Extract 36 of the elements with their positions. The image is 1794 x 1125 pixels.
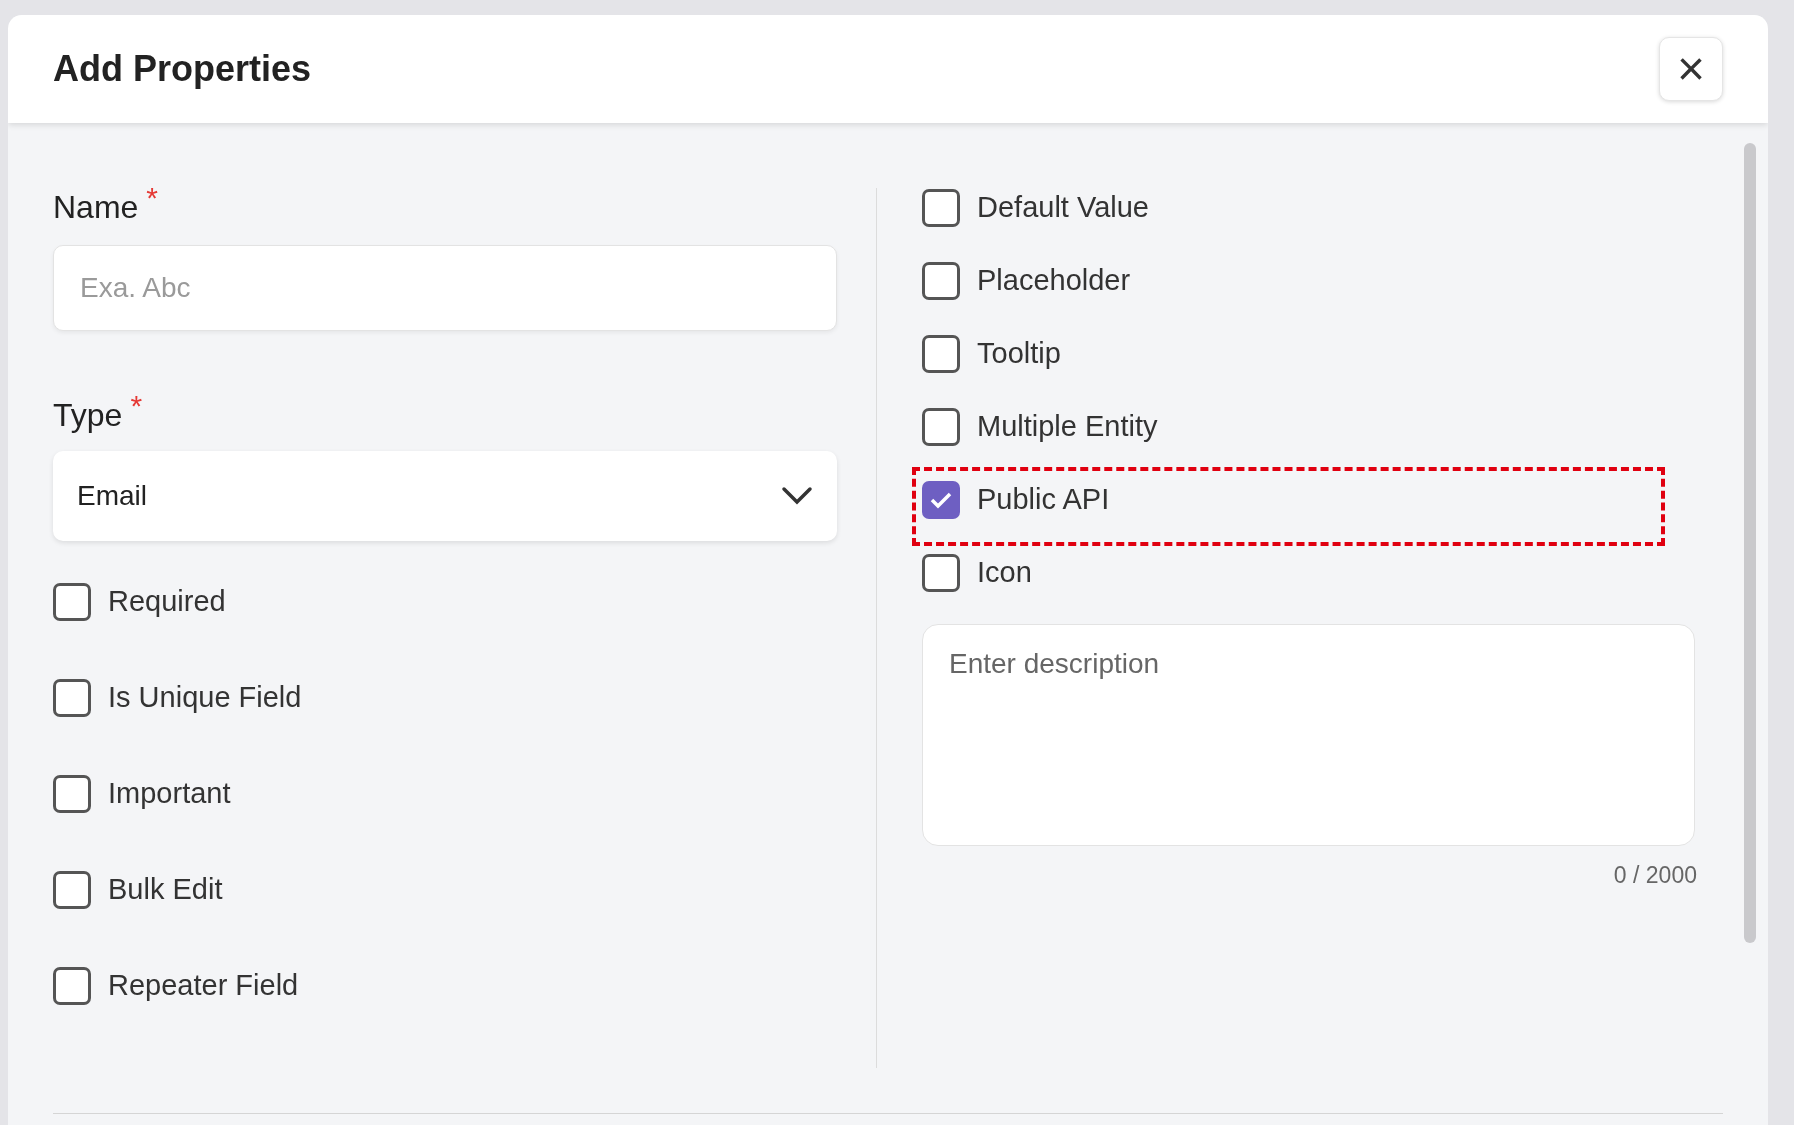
- checkbox[interactable]: [922, 262, 960, 300]
- checkbox[interactable]: [922, 481, 960, 519]
- checkbox-label: Important: [108, 776, 231, 812]
- checkmark-icon: [930, 491, 952, 509]
- select-value: Email: [77, 479, 147, 513]
- character-counter: 0 / 2000: [1613, 861, 1697, 890]
- required-asterisk: *: [130, 391, 143, 421]
- type-select[interactable]: Email: [53, 451, 837, 541]
- checkbox-label: Public API: [977, 482, 1110, 518]
- checkbox-label: Bulk Edit: [108, 872, 223, 908]
- checkbox-label: Repeater Field: [108, 968, 299, 1004]
- checkbox-label: Placeholder: [977, 263, 1131, 299]
- chevron-down-icon: [781, 486, 813, 506]
- checkbox-label: Icon: [977, 555, 1032, 591]
- checkbox[interactable]: [922, 189, 960, 227]
- close-button[interactable]: ×: [1659, 37, 1723, 101]
- checkbox[interactable]: [53, 679, 91, 717]
- description-textarea[interactable]: Enter description: [922, 624, 1695, 846]
- checkbox[interactable]: [53, 775, 91, 813]
- checkbox-label: Tooltip: [977, 336, 1061, 372]
- checkbox-label: Multiple Entity: [977, 409, 1158, 445]
- checkbox-label: Is Unique Field: [108, 680, 302, 716]
- checkbox-label: Required: [108, 584, 226, 620]
- checkbox[interactable]: [922, 554, 960, 592]
- dialog-title: Add Properties: [53, 47, 312, 91]
- scrollbar[interactable]: [1744, 143, 1756, 943]
- field-label: Name: [53, 188, 139, 227]
- checkbox[interactable]: [53, 583, 91, 621]
- field-label: Type: [53, 396, 123, 435]
- name-input-field[interactable]: Exa. Abc: [53, 245, 837, 331]
- required-asterisk: *: [146, 183, 159, 213]
- checkbox[interactable]: [53, 871, 91, 909]
- checkbox-label: Default Value: [977, 190, 1149, 226]
- checkbox[interactable]: [53, 967, 91, 1005]
- checkbox[interactable]: [922, 335, 960, 373]
- checkbox[interactable]: [922, 408, 960, 446]
